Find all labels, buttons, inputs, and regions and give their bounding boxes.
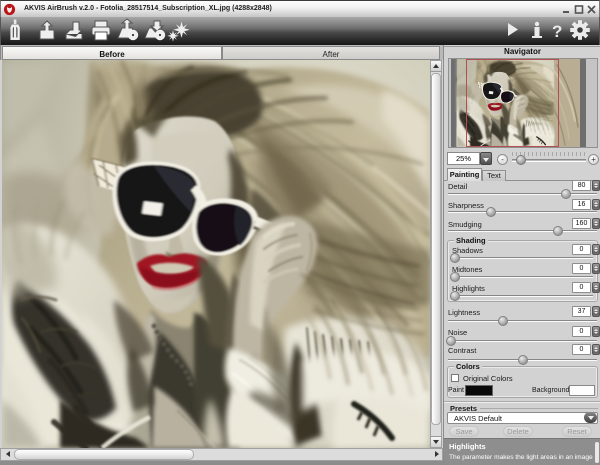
svg-text:?: ?	[552, 22, 562, 41]
